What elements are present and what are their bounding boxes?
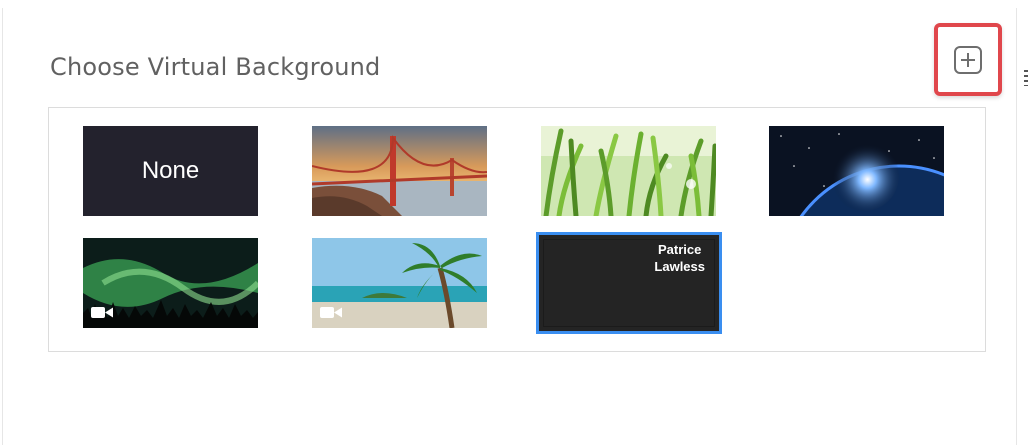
background-beach[interactable] xyxy=(312,238,487,328)
video-camera-icon xyxy=(91,307,113,318)
background-name-card[interactable]: Patrice Lawless xyxy=(536,232,722,334)
panel-title: Choose Virtual Background xyxy=(50,53,381,81)
name-last: Lawless xyxy=(654,259,705,274)
background-earth[interactable] xyxy=(769,126,944,216)
earth-image xyxy=(769,126,944,216)
background-grid: None Patrice Lawless xyxy=(48,107,986,352)
background-aurora[interactable] xyxy=(83,238,258,328)
video-camera-icon xyxy=(320,307,342,318)
golden-gate-image xyxy=(312,126,487,216)
name-card-text: Patrice Lawless xyxy=(654,241,705,275)
background-none[interactable]: None xyxy=(83,126,258,216)
more-options-icon[interactable] xyxy=(1024,70,1028,86)
grass-image xyxy=(541,126,716,216)
add-background-button[interactable] xyxy=(934,23,1002,96)
background-grass[interactable] xyxy=(541,126,716,216)
name-first: Patrice xyxy=(658,242,702,257)
none-label: None xyxy=(141,157,200,184)
background-golden-gate[interactable] xyxy=(312,126,487,216)
plus-icon xyxy=(954,45,982,74)
